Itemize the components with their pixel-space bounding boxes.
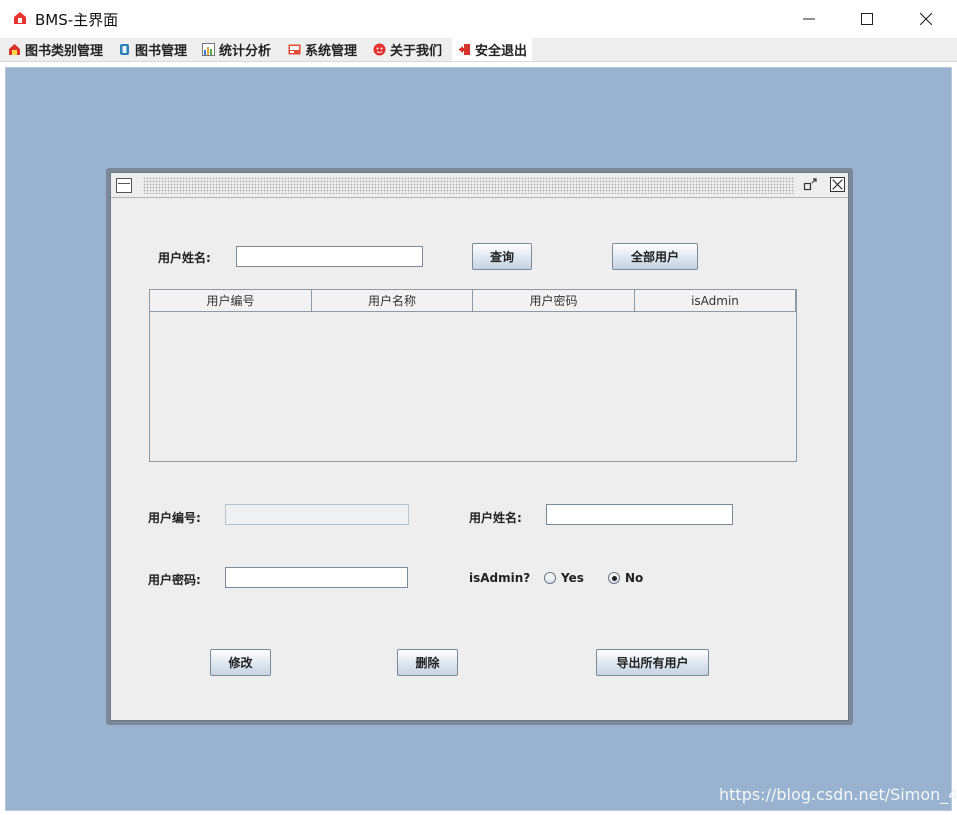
search-name-input[interactable] (236, 246, 423, 267)
is-admin-no-label[interactable]: No (625, 571, 643, 585)
menu-label: 图书类别管理 (25, 44, 104, 59)
maximize-icon (861, 13, 873, 25)
user-management-frame: 用户姓名: 查询 全部用户 用户编号 用户名称 用户密码 isAdmin 用户编… (106, 168, 853, 725)
window-title: BMS-主界面 (35, 11, 119, 29)
book-icon (120, 44, 129, 55)
user-name-label: 用户姓名: (469, 511, 522, 525)
password-label: 用户密码: (148, 573, 201, 587)
user-id-field (225, 504, 409, 525)
export-all-users-button[interactable]: 导出所有用户 (596, 649, 709, 676)
menu-label: 系统管理 (305, 44, 358, 59)
query-button[interactable]: 查询 (472, 243, 532, 270)
column-header-user-name[interactable]: 用户名称 (312, 290, 473, 312)
password-field[interactable] (225, 567, 408, 588)
menubar: 图书类别管理 图书管理 统计分析 系统管理 关于我们 安全退出 (0, 38, 957, 62)
frame-restore-icon[interactable] (803, 177, 818, 192)
exit-icon (458, 44, 470, 55)
frame-close-icon[interactable] (830, 177, 845, 192)
main-window: BMS-主界面 图书类别管理 图书管理 统计分析 系统管理 关于我们 安全退出 … (0, 0, 957, 815)
menu-exit[interactable]: 安全退出 (452, 38, 532, 61)
frame-system-icon[interactable] (116, 178, 132, 193)
menu-label: 图书管理 (135, 44, 188, 59)
users-table-header: 用户编号 用户名称 用户密码 isAdmin (150, 290, 796, 312)
menu-book-category[interactable]: 图书类别管理 (8, 38, 103, 61)
maximize-button[interactable] (838, 0, 896, 38)
minimize-button[interactable] (780, 0, 838, 38)
menu-label: 统计分析 (219, 44, 272, 59)
system-icon (288, 44, 301, 55)
minimize-icon (803, 18, 815, 20)
menu-label: 安全退出 (475, 44, 528, 59)
user-id-label: 用户编号: (148, 511, 201, 525)
menu-system-management[interactable]: 系统管理 (288, 38, 357, 61)
close-button[interactable] (897, 0, 955, 38)
book-category-icon (9, 44, 20, 55)
frame-title-drag-area[interactable] (143, 177, 795, 194)
window-titlebar: BMS-主界面 (0, 0, 957, 38)
is-admin-label: isAdmin? (469, 571, 531, 585)
users-table[interactable]: 用户编号 用户名称 用户密码 isAdmin (149, 289, 797, 462)
chart-icon (202, 43, 215, 56)
column-header-user-id[interactable]: 用户编号 (150, 290, 312, 312)
menu-statistics[interactable]: 统计分析 (202, 38, 271, 61)
is-admin-no-radio[interactable] (608, 572, 620, 584)
frame-titlebar[interactable] (111, 173, 848, 198)
menu-book-management[interactable]: 图书管理 (118, 38, 187, 61)
delete-button[interactable]: 删除 (397, 649, 458, 676)
is-admin-yes-label[interactable]: Yes (561, 571, 584, 585)
close-icon (920, 13, 932, 25)
menu-about-us[interactable]: 关于我们 (373, 38, 442, 61)
search-name-label: 用户姓名: (158, 251, 211, 265)
all-users-button[interactable]: 全部用户 (612, 243, 698, 270)
about-icon (373, 43, 386, 56)
modify-button[interactable]: 修改 (210, 649, 271, 676)
column-header-is-admin[interactable]: isAdmin (635, 290, 796, 312)
is-admin-yes-radio[interactable] (544, 572, 556, 584)
menu-label: 关于我们 (390, 44, 443, 59)
user-name-field[interactable] (546, 504, 733, 525)
app-icon (14, 12, 26, 24)
watermark-text: https://blog.csdn.net/Simon_477 (719, 785, 957, 804)
column-header-user-password[interactable]: 用户密码 (473, 290, 635, 312)
frame-content: 用户姓名: 查询 全部用户 用户编号 用户名称 用户密码 isAdmin 用户编… (110, 172, 849, 721)
